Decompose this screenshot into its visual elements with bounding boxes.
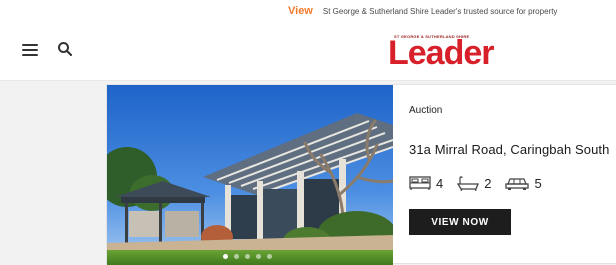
carousel-dot[interactable]	[267, 254, 272, 259]
bedrooms-feature: 4	[409, 175, 443, 191]
carousel-dot[interactable]	[223, 254, 228, 259]
carousel-dot[interactable]	[234, 254, 239, 259]
car-icon	[505, 178, 530, 190]
sale-type: Auction	[409, 105, 443, 116]
bed-icon	[409, 176, 431, 190]
site-logo[interactable]: ST GEORGE & SUTHERLAND SHIRE Leader	[388, 34, 518, 74]
promo-view-link[interactable]: View	[288, 5, 313, 17]
menu-button[interactable]	[22, 44, 38, 58]
bedrooms-count: 4	[436, 175, 444, 191]
carousel-dots	[223, 254, 272, 259]
view-now-button[interactable]: VIEW NOW	[409, 209, 511, 235]
search-button[interactable]	[57, 41, 73, 57]
carspaces-feature: 5	[505, 175, 542, 191]
carousel-dot[interactable]	[256, 254, 261, 259]
property-photo[interactable]	[107, 85, 393, 265]
listing-info: Auction 31a Mirral Road, Caringbah South…	[393, 85, 616, 263]
hamburger-icon	[22, 44, 38, 46]
site-header: ST GEORGE & SUTHERLAND SHIRE Leader	[0, 22, 616, 81]
listing-features: 4 2 5	[409, 175, 616, 191]
search-icon	[58, 42, 73, 57]
bathrooms-feature: 2	[457, 175, 491, 191]
property-photo-illustration	[107, 85, 393, 265]
listing-address[interactable]: 31a Mirral Road, Caringbah South	[409, 142, 616, 157]
promo-text: St George & Sutherland Shire Leader's tr…	[322, 6, 558, 16]
bath-icon	[457, 176, 480, 191]
carousel-dot[interactable]	[245, 254, 250, 259]
promo-strip: View St George & Sutherland Shire Leader…	[0, 0, 616, 22]
bathrooms-count: 2	[484, 175, 492, 191]
property-card[interactable]: Auction 31a Mirral Road, Caringbah South…	[106, 84, 616, 265]
carspaces-count: 5	[534, 175, 542, 191]
logo-wordmark: Leader	[388, 34, 494, 72]
